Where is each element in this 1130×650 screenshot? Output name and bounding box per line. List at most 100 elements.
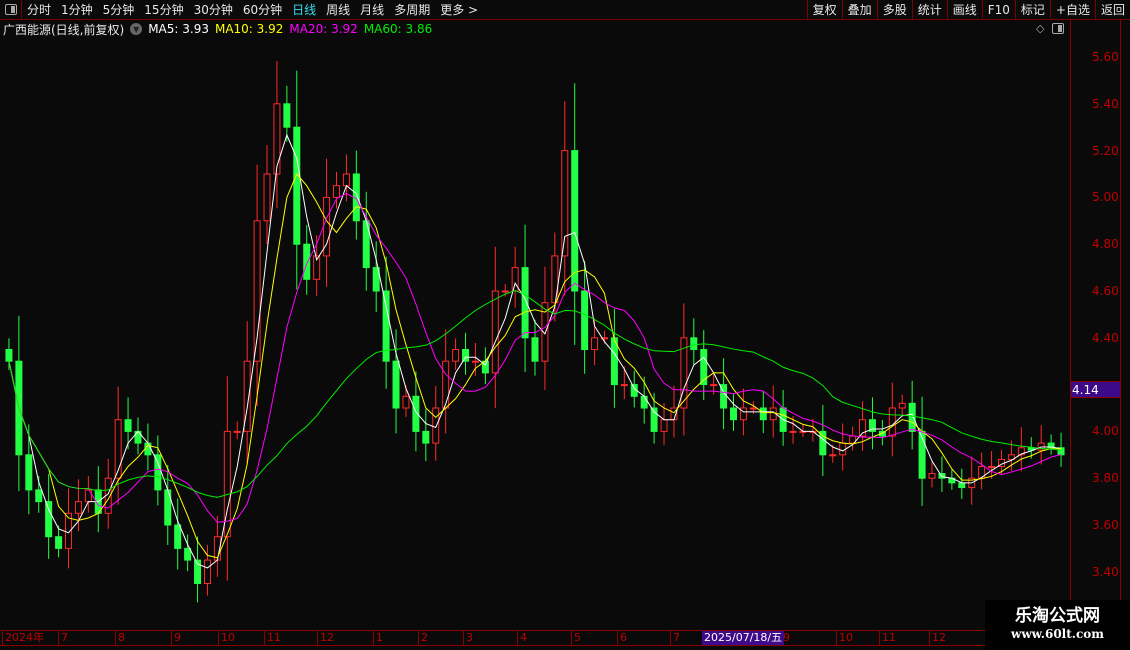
layout-toggle-button[interactable]: [0, 0, 22, 20]
candle-body: [293, 126, 301, 245]
x-tick-label: 11: [879, 631, 896, 645]
candle-body: [581, 290, 589, 350]
x-tick-label: 7: [58, 631, 68, 645]
candle-body: [432, 407, 440, 444]
panel-icon[interactable]: [1052, 23, 1065, 34]
x-tick-label: 11: [264, 631, 281, 645]
period-tab[interactable]: 月线: [355, 1, 389, 18]
candle-body: [749, 407, 757, 410]
candle-body: [928, 473, 936, 479]
candle-body: [471, 360, 479, 363]
candle-body: [660, 419, 668, 432]
x-tick-label: 9: [171, 631, 181, 645]
y-tick-label: 3.40: [1092, 564, 1119, 579]
period-tab[interactable]: 分时: [22, 1, 56, 18]
top-toolbar: 分时 1分钟 5分钟 15分钟 30分钟 60分钟 日线 周线 月线 多周期 更多 > 复权 叠加 多股…: [0, 0, 1130, 20]
candle-body: [898, 402, 906, 409]
candle-body: [730, 407, 738, 421]
candle-body: [591, 337, 599, 350]
x-tick-label: 8: [115, 631, 125, 645]
candle-body: [501, 290, 509, 293]
y-tick-label: 3.60: [1092, 518, 1119, 532]
period-tab[interactable]: 多周期: [389, 1, 435, 18]
x-tick-label: 5: [571, 631, 581, 645]
candle-body: [988, 466, 996, 468]
candle-body: [144, 442, 152, 456]
y-tick-label: 5.60: [1092, 50, 1119, 64]
toolbar-button[interactable]: 统计: [911, 0, 947, 20]
watermark: 乐淘公式网 www.60lt.com: [985, 600, 1130, 650]
candle-body: [283, 103, 291, 128]
period-tab[interactable]: 1分钟: [56, 1, 98, 18]
period-tab[interactable]: 日线: [287, 1, 321, 18]
candle-body: [332, 185, 340, 198]
candle-body: [5, 349, 13, 362]
candle-body: [124, 419, 132, 432]
candle-body: [551, 255, 559, 304]
period-tab[interactable]: 周线: [321, 1, 355, 18]
candle-body: [958, 482, 966, 489]
candle-body: [462, 349, 470, 362]
candlestick-chart[interactable]: [0, 38, 1130, 630]
side-panel-strip[interactable]: [1120, 20, 1130, 630]
candle-body: [491, 290, 499, 374]
candle-body: [303, 243, 311, 280]
ma20-value: MA20: 3.92: [289, 22, 358, 36]
y-tick-label: 4.60: [1092, 284, 1119, 298]
candle-body: [710, 384, 718, 387]
candle-body: [233, 430, 241, 433]
candle-body: [154, 454, 162, 491]
y-tick-label: 5.00: [1092, 190, 1119, 205]
candle-body: [759, 407, 767, 421]
candle-body: [45, 501, 53, 538]
x-tick-label: 1: [373, 631, 383, 645]
candle-body: [273, 103, 281, 175]
candle-body: [829, 454, 837, 457]
watermark-url: www.60lt.com: [1011, 627, 1104, 641]
candle-body: [342, 173, 350, 187]
candle-body: [561, 150, 569, 257]
y-tick-label: 3.80: [1092, 471, 1119, 486]
chevron-down-icon[interactable]: ▼: [130, 23, 143, 35]
candle-body: [402, 395, 410, 409]
candle-body: [839, 442, 847, 456]
watermark-title: 乐淘公式网: [1015, 606, 1100, 626]
x-tick-label: 7: [670, 631, 680, 645]
toolbar-button[interactable]: 标记: [1014, 0, 1050, 20]
candle-body: [55, 536, 63, 549]
period-tab[interactable]: 15分钟: [139, 1, 188, 18]
toolbar-button[interactable]: +自选: [1049, 0, 1095, 20]
price-axis-line: [1070, 20, 1071, 630]
toolbar-button[interactable]: 叠加: [841, 0, 877, 20]
candle-body: [640, 395, 648, 409]
candle-body: [819, 430, 827, 456]
candle-body: [789, 430, 797, 433]
period-tab[interactable]: 5分钟: [98, 1, 140, 18]
x-tick-label: 2: [418, 631, 428, 645]
candle-body: [263, 173, 271, 222]
stock-title: 广西能源(日线,前复权): [3, 22, 125, 37]
toolbar-button[interactable]: 画线: [946, 0, 982, 20]
crosshair-date: 2025/07/18/五: [702, 631, 785, 645]
toolbar-button[interactable]: 返回: [1094, 0, 1130, 20]
toolbar-button[interactable]: 复权: [806, 0, 842, 20]
diamond-icon[interactable]: ◇: [1036, 22, 1044, 35]
ma10-value: MA10: 3.92: [214, 22, 284, 36]
candle-body: [203, 559, 211, 584]
date-axis: 2024年 7 8 9 10 11 12 1 2 3 4 5 6 7 9 10 11 12 2025/07/18/五: [0, 630, 985, 646]
candle-body: [422, 430, 430, 444]
toolbar-button[interactable]: 多股: [876, 0, 912, 20]
indicator-info-bar: 广西能源(日线,前复权) ▼ MA5: 3.93 MA10: 3.92 MA20…: [0, 20, 438, 38]
x-tick-label: 6: [617, 631, 627, 645]
candle-body: [452, 349, 460, 362]
toolbar-button[interactable]: F10: [981, 0, 1015, 20]
candle-body: [392, 360, 400, 409]
y-tick-label: 4.00: [1092, 424, 1119, 439]
period-tab[interactable]: 60分钟: [238, 1, 287, 18]
candle-body: [174, 524, 182, 549]
period-tab[interactable]: 更多 >: [435, 1, 483, 18]
x-tick-label: 4: [517, 631, 527, 645]
period-tab[interactable]: 30分钟: [189, 1, 238, 18]
x-tick-label: 2024年: [2, 631, 44, 645]
candle-body: [620, 384, 628, 387]
